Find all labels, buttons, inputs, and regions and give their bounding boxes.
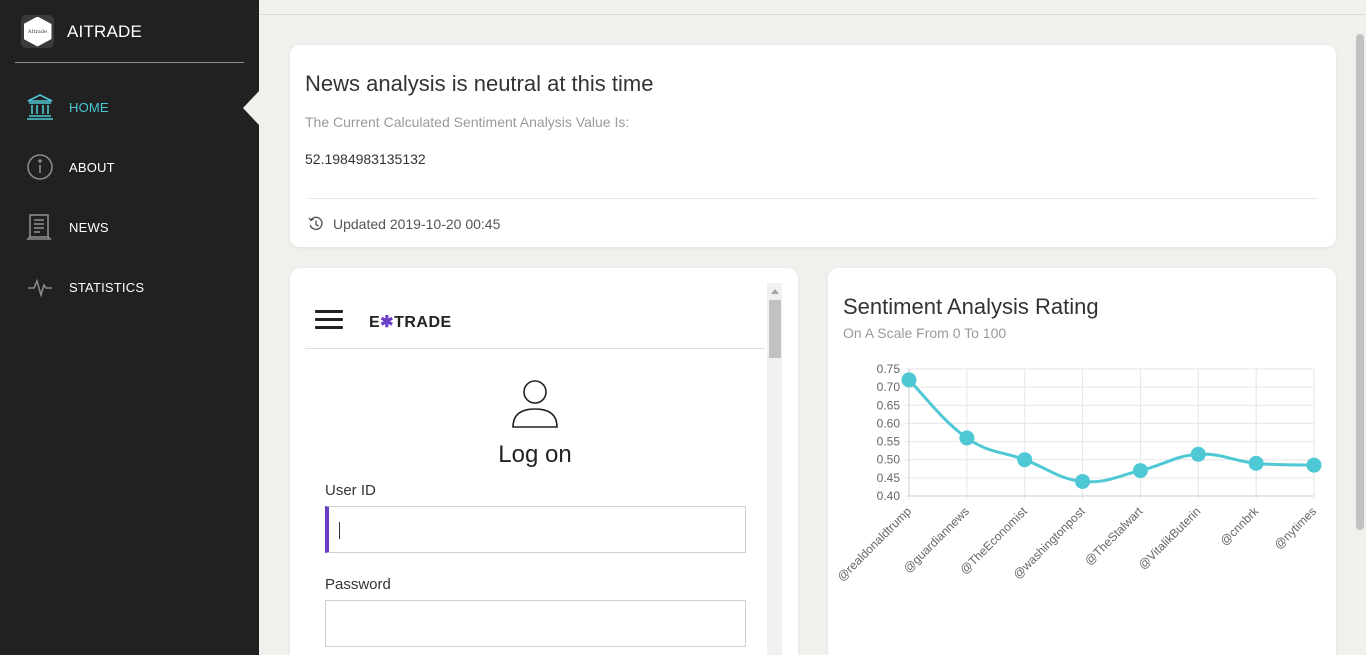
x-tick-label: @nytimes: [1271, 504, 1319, 552]
brand-logo-text: AItrade: [27, 28, 48, 35]
y-tick-label: 0.55: [877, 435, 901, 449]
user-icon: [511, 379, 559, 431]
y-tick-label: 0.40: [877, 489, 901, 503]
brand-logo: AItrade: [21, 15, 54, 48]
top-bar: [259, 0, 1366, 15]
x-tick-label: @cnnbrk: [1217, 504, 1262, 549]
nav-item-home[interactable]: HOME: [26, 93, 246, 121]
news-analysis-title: News analysis is neutral at this time: [305, 71, 654, 96]
divider: [309, 198, 1317, 199]
updated-timestamp: Updated 2019-10-20 00:45: [333, 216, 501, 232]
data-point: [1075, 473, 1091, 489]
x-tick-label: @VitalikButerin: [1136, 504, 1204, 572]
sidebar: AItrade AITRADE HOME ABOUT NEWS STATISTI…: [0, 0, 259, 655]
sentiment-value-label: The Current Calculated Sentiment Analysi…: [305, 114, 630, 130]
bank-icon: [26, 93, 54, 121]
nav-label-news: NEWS: [69, 219, 109, 235]
active-nav-pointer: [243, 91, 259, 125]
sentiment-line-chart: 0.75 0.70 0.65 0.60 0.55 0.50 0.45 0.40@realdon…: [834, 362, 1322, 584]
password-input[interactable]: [325, 600, 746, 647]
y-tick-label: 0.65: [877, 398, 901, 412]
etrade-header: E✱TRADE: [305, 283, 765, 349]
nav-label-about: ABOUT: [69, 159, 115, 175]
data-point: [1248, 455, 1264, 471]
y-tick-label: 0.45: [877, 471, 901, 485]
data-point: [1017, 452, 1033, 468]
frame-scroll-thumb[interactable]: [769, 300, 781, 358]
etrade-login-frame: E✱TRADE Log on User ID Password: [305, 283, 782, 655]
scroll-up-icon[interactable]: [771, 289, 779, 294]
newspaper-icon: [26, 213, 54, 241]
history-icon: [308, 216, 324, 232]
etrade-logo[interactable]: E✱TRADE: [369, 312, 452, 332]
x-tick-label: @realdonaldtrump: [834, 504, 914, 584]
nav-item-statistics[interactable]: STATISTICS: [26, 273, 246, 301]
data-point: [959, 430, 975, 446]
data-point: [1190, 446, 1206, 462]
data-point: [901, 372, 917, 388]
y-tick-label: 0.60: [877, 416, 901, 430]
pulse-icon: [26, 273, 54, 301]
menu-icon[interactable]: [315, 310, 343, 330]
x-tick-label: @TheStalwart: [1082, 504, 1146, 568]
news-analysis-card: News analysis is neutral at this time Th…: [290, 45, 1336, 247]
data-point: [1306, 457, 1322, 473]
user-id-label: User ID: [325, 482, 376, 499]
brand-name: AITRADE: [67, 22, 143, 41]
nav-item-about[interactable]: ABOUT: [26, 153, 246, 181]
sentiment-chart-card: Sentiment Analysis Rating On A Scale Fro…: [828, 268, 1336, 655]
info-icon: [26, 153, 54, 181]
nav-label-statistics: STATISTICS: [69, 279, 145, 295]
y-tick-label: 0.75: [877, 362, 901, 376]
password-label: Password: [325, 576, 391, 593]
nav-item-news[interactable]: NEWS: [26, 213, 246, 241]
text-caret: [339, 522, 340, 539]
etrade-login-card: E✱TRADE Log on User ID Password: [290, 268, 798, 655]
frame-scrollbar[interactable]: [767, 283, 782, 655]
user-id-input[interactable]: [325, 506, 746, 553]
update-footer: Updated 2019-10-20 00:45: [308, 216, 500, 232]
brand[interactable]: AItrade AITRADE: [15, 0, 244, 63]
y-tick-label: 0.70: [877, 380, 901, 394]
page-scrollbar[interactable]: [1356, 34, 1364, 530]
sentiment-value: 52.1984983135132: [305, 151, 426, 167]
nav-label-home: HOME: [69, 99, 109, 115]
data-point: [1132, 463, 1148, 479]
login-title: Log on: [498, 441, 572, 468]
y-tick-label: 0.50: [877, 453, 901, 467]
